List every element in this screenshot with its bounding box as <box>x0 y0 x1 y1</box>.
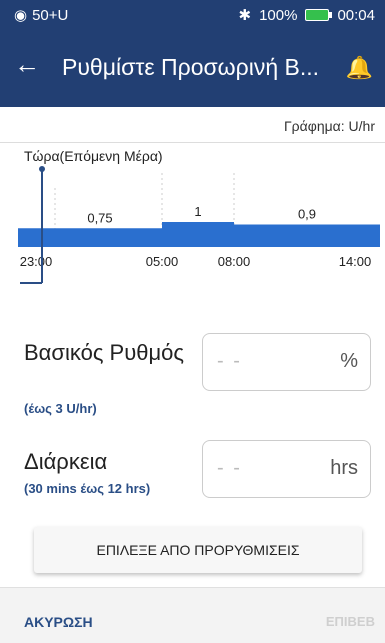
duration-label: Διάρκεια <box>24 449 108 474</box>
basal-bar <box>18 228 162 247</box>
bottom-bar: ΑΚΥΡΩΣΗ ΕΠΙΒΕΒ <box>0 587 385 643</box>
confirm-button[interactable]: ΕΠΙΒΕΒ <box>326 614 375 629</box>
back-arrow-icon[interactable]: ← <box>14 49 40 80</box>
duration-unit: hrs <box>330 457 358 479</box>
duration-range: (30 mins έως 12 hrs) <box>24 481 151 496</box>
basal-rate-input[interactable]: - - % <box>202 333 371 391</box>
page-title: Ρυθμίστε Προσωρινή Β... <box>62 54 320 80</box>
basal-chart: 0,75 1 0,9 23:00 05:00 08:00 14:00 Τώρα(Επόμε… <box>18 148 380 284</box>
graph-units-label: Γράφημα: U/hr <box>283 118 375 134</box>
x-tick-label: 05:00 <box>146 254 179 269</box>
basal-bar <box>234 224 380 247</box>
choose-preset-button[interactable]: ΕΠΙΛΕΞΕ ΑΠΟ ΠΡΟΡΥΘΜΙΣΕΙΣ <box>34 527 362 573</box>
cancel-button[interactable]: ΑΚΥΡΩΣΗ <box>24 614 93 630</box>
bar-value-label: 1 <box>194 204 201 219</box>
app-bar: ← Ρυθμίστε Προσωρινή Β... 🔔 <box>0 31 385 107</box>
duration-value: - - <box>217 457 242 479</box>
bar-value-label: 0,75 <box>87 210 112 225</box>
content-card: Γράφημα: U/hr 0,75 1 0,9 23:00 05:00 08:00 14… <box>0 107 385 587</box>
x-tick-label: 14:00 <box>339 254 372 269</box>
basal-rate-unit: % <box>340 350 358 372</box>
basal-bar <box>162 222 234 247</box>
x-tick-label: 08:00 <box>218 254 251 269</box>
clock: 00:04 <box>337 6 375 24</box>
status-bar: ◉ 50+U ✱ 100% 00:04 <box>0 0 385 31</box>
carrier-label: 50+U <box>32 6 69 24</box>
sim-icon: ◉ <box>14 7 28 24</box>
basal-rate-value: - - <box>217 350 242 372</box>
now-label: Τώρα(Επόμενη Μέρα) <box>24 148 163 164</box>
basal-rate-label: Βασικός Ρυθμός <box>24 340 184 365</box>
bar-value-label: 0,9 <box>298 207 316 222</box>
bluetooth-icon: ✱ <box>238 7 252 24</box>
basal-rate-range: (έως 3 U/hr) <box>24 401 97 416</box>
battery-icon <box>305 9 333 21</box>
battery-percent: 100% <box>259 6 298 24</box>
now-marker-dot <box>39 166 45 172</box>
x-tick-label: 23:00 <box>20 254 53 269</box>
duration-input[interactable]: - - hrs <box>202 440 371 498</box>
bell-icon[interactable]: 🔔 <box>346 55 373 81</box>
